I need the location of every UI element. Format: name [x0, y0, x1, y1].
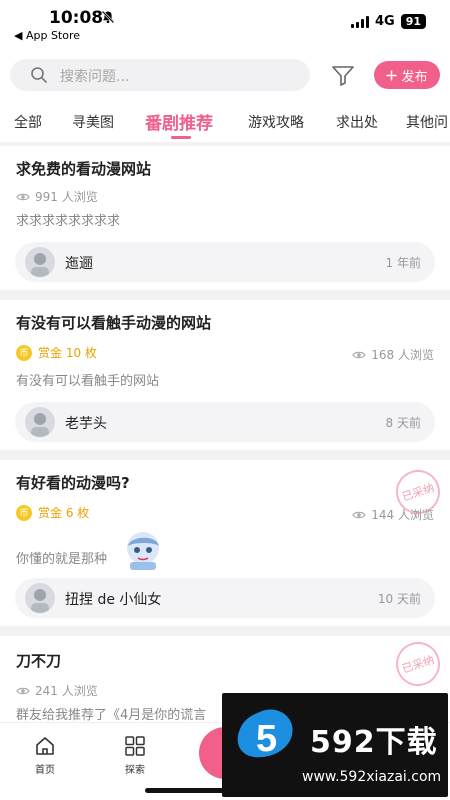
- post-title[interactable]: 有没有可以看触手动漫的网站: [16, 312, 211, 333]
- avatar[interactable]: [25, 247, 55, 277]
- bounty-label: 赏金 6 枚: [38, 506, 90, 520]
- home-icon: [36, 737, 54, 755]
- eye-icon: [352, 351, 366, 358]
- tab-anime-recommend[interactable]: 番剧推荐: [145, 109, 213, 134]
- coin-icon: 币: [16, 504, 32, 521]
- network-type: 4G: [374, 14, 395, 29]
- svg-text:5: 5: [256, 718, 277, 760]
- nav-home-label: 首页: [35, 765, 55, 776]
- post-time: 1 年前: [385, 256, 421, 270]
- nav-explore[interactable]: 探索: [115, 735, 155, 776]
- filter-icon[interactable]: [331, 64, 355, 88]
- post-time: 8 天前: [385, 416, 421, 430]
- anime-sticker-image: [127, 532, 159, 570]
- view-count: 991 人浏览: [16, 188, 98, 205]
- post-description: 求求求求求求求求: [16, 214, 121, 229]
- publish-button[interactable]: 发布: [374, 61, 440, 89]
- post-title[interactable]: 刀不刀: [16, 650, 61, 671]
- author-name[interactable]: 迤逦: [65, 253, 93, 273]
- post-time: 10 天前: [377, 592, 421, 606]
- view-count-label: 241 人浏览: [35, 684, 98, 698]
- post-description: 群友给我推荐了《4月是你的谎言: [16, 708, 207, 723]
- nav-home[interactable]: 首页: [25, 735, 65, 776]
- adopted-stamp: 已采纳: [390, 636, 446, 692]
- avatar[interactable]: [25, 407, 55, 437]
- post-card[interactable]: 求免费的看动漫网站 991 人浏览 求求求求求求求求 迤逦 1 年前: [0, 146, 450, 290]
- author-name[interactable]: 扭捏 de 小仙女: [65, 589, 161, 609]
- coin-icon: 币: [16, 344, 32, 361]
- watermark-brand: 592下载: [310, 725, 438, 760]
- status-bar: 10:08 ◀ App Store 4G 91: [0, 0, 450, 44]
- post-title[interactable]: 有好看的动漫吗?: [16, 472, 130, 493]
- plus-icon: [386, 70, 397, 80]
- view-count-label: 991 人浏览: [35, 190, 98, 204]
- bounty-label: 赏金 10 枚: [38, 346, 97, 360]
- eye-icon: [16, 687, 30, 694]
- search-placeholder: 搜索问题...: [60, 69, 130, 85]
- author-name[interactable]: 老芋头: [65, 413, 107, 433]
- nav-explore-label: 探索: [125, 765, 145, 776]
- tab-find-images[interactable]: 寻美图: [72, 112, 114, 132]
- author-bar[interactable]: 老芋头 8 天前: [15, 402, 435, 442]
- signal-icon: [350, 15, 369, 28]
- avatar[interactable]: [25, 583, 55, 613]
- tab-find-source[interactable]: 求出处: [336, 112, 378, 132]
- back-to-app-store[interactable]: ◀ App Store: [14, 29, 80, 42]
- status-time: 10:08: [49, 8, 104, 28]
- view-count: 241 人浏览: [16, 682, 98, 699]
- watermark-logo-icon: 5: [237, 709, 293, 760]
- publish-label: 发布: [401, 69, 428, 85]
- view-count: 168 人浏览: [352, 346, 434, 363]
- post-title[interactable]: 求免费的看动漫网站: [16, 158, 151, 179]
- post-description: 有没有可以看触手的网站: [16, 374, 160, 389]
- search-row: 搜索问题... 发布: [0, 44, 450, 104]
- search-icon: [31, 67, 47, 83]
- search-input[interactable]: 搜索问题...: [10, 59, 310, 91]
- bounty-badge: 币 赏金 10 枚: [16, 344, 97, 361]
- view-count-label: 168 人浏览: [371, 348, 434, 362]
- grid-icon: [125, 736, 145, 756]
- site-watermark: 5 592下载 www.592xiazai.com: [222, 693, 448, 797]
- home-indicator: [145, 788, 305, 793]
- watermark-url: www.592xiazai.com: [302, 769, 442, 785]
- bell-mute-icon: [101, 10, 115, 24]
- active-tab-indicator: [171, 136, 191, 139]
- post-description: 你懂的就是那种: [16, 552, 108, 567]
- eye-icon: [352, 511, 366, 518]
- tab-game-guides[interactable]: 游戏攻略: [248, 112, 304, 132]
- eye-icon: [16, 193, 30, 200]
- battery-icon: 91: [400, 14, 426, 29]
- post-card[interactable]: 有好看的动漫吗? 已采纳 币 赏金 6 枚 144 人浏览 你懂的就是那种 扭捏…: [0, 460, 450, 626]
- status-indicators: 4G 91: [350, 14, 426, 29]
- post-card[interactable]: 有没有可以看触手动漫的网站 币 赏金 10 枚 168 人浏览 有没有可以看触手…: [0, 300, 450, 450]
- author-bar[interactable]: 迤逦 1 年前: [15, 242, 435, 282]
- category-tabs: 全部 寻美图 番剧推荐 游戏攻略 求出处 其他问: [0, 104, 450, 142]
- tab-other[interactable]: 其他问: [406, 112, 448, 132]
- bounty-badge: 币 赏金 6 枚: [16, 504, 89, 521]
- tab-all[interactable]: 全部: [14, 112, 42, 132]
- view-count-label: 144 人浏览: [371, 508, 434, 522]
- author-bar[interactable]: 扭捏 de 小仙女 10 天前: [15, 578, 435, 618]
- view-count: 144 人浏览: [352, 506, 434, 523]
